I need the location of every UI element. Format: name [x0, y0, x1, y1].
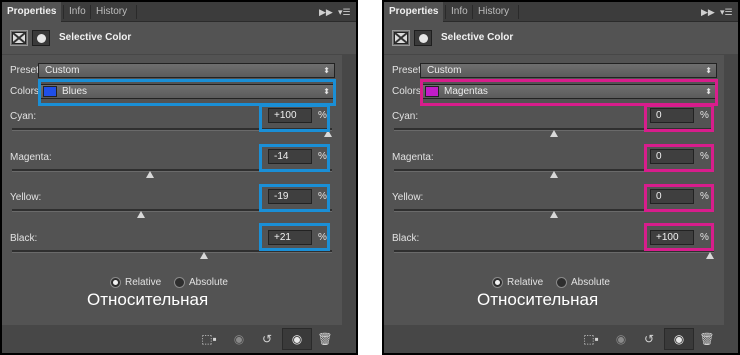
gap	[358, 0, 382, 355]
tab-separator	[136, 5, 137, 19]
cyan-highlight-box	[259, 104, 330, 132]
reset-icon[interactable]: ↺	[258, 332, 276, 346]
trash-icon[interactable]: 🗑	[316, 332, 334, 346]
yellow-highlight-box	[259, 184, 330, 212]
panel-menu-icon[interactable]: ▾☰	[720, 2, 733, 22]
black-slider-thumb[interactable]	[200, 252, 208, 259]
black-highlight-box	[259, 223, 330, 251]
properties-panel-blues: Properties Info History ▶▶ ▾☰ Selective …	[0, 0, 358, 355]
relative-label: Relative	[507, 277, 544, 288]
relative-radio[interactable]	[110, 277, 121, 288]
panel-body: Properties Info History ▶▶ ▾☰ Selective …	[2, 2, 356, 353]
tab-info[interactable]: Info	[64, 2, 91, 22]
tab-info[interactable]: Info	[446, 2, 473, 22]
header-divider	[2, 54, 342, 55]
panel-title: Selective Color	[59, 32, 132, 43]
tab-separator	[518, 5, 519, 19]
absolute-label: Absolute	[189, 277, 228, 288]
tab-bar: Properties Info History ▶▶ ▾☰	[2, 2, 356, 23]
preset-dropdown[interactable]: Custom ⬍	[420, 63, 717, 78]
scrollbar[interactable]	[342, 54, 356, 325]
magenta-slider-thumb[interactable]	[550, 171, 558, 178]
preset-label: Preset:	[392, 65, 424, 76]
clip-to-layer-icon[interactable]: ⬚▪	[582, 332, 600, 346]
magenta-highlight-box	[644, 144, 714, 172]
scrollbar[interactable]	[724, 54, 738, 325]
magenta-label: Magenta:	[392, 152, 434, 163]
yellow-highlight-box	[644, 184, 714, 212]
panel-title: Selective Color	[441, 32, 514, 43]
trash-icon[interactable]: 🗑	[698, 332, 716, 346]
cyan-slider-thumb[interactable]	[550, 130, 558, 137]
adjustment-layer-icon[interactable]	[392, 30, 410, 46]
panel-menu-icon[interactable]: ▾☰	[338, 2, 351, 22]
black-label: Black:	[10, 233, 38, 244]
magenta-highlight-box	[259, 144, 330, 172]
header-divider	[384, 54, 724, 55]
collapse-panels-icon[interactable]: ▶▶	[701, 2, 715, 22]
cyan-label: Cyan:	[10, 111, 37, 122]
absolute-label: Absolute	[571, 277, 610, 288]
magenta-slider-thumb[interactable]	[146, 171, 154, 178]
relative-label: Relative	[125, 277, 162, 288]
tab-properties[interactable]: Properties	[384, 2, 444, 23]
method-caption: Относительная	[87, 290, 209, 309]
adjustment-layer-icon[interactable]	[10, 30, 28, 46]
black-slider-thumb[interactable]	[706, 252, 714, 259]
mask-icon[interactable]	[32, 30, 50, 46]
view-previous-icon[interactable]: ◉	[612, 332, 630, 346]
absolute-radio[interactable]	[174, 277, 185, 288]
view-previous-icon[interactable]: ◉	[230, 332, 248, 346]
mask-icon[interactable]	[414, 30, 432, 46]
preset-dropdown[interactable]: Custom ⬍	[38, 63, 335, 78]
tab-bar: Properties Info History ▶▶ ▾☰	[384, 2, 738, 23]
clip-to-layer-icon[interactable]: ⬚▪	[200, 332, 218, 346]
dropdown-arrows-icon: ⬍	[705, 66, 712, 75]
tab-history[interactable]: History	[473, 2, 514, 22]
preset-value: Custom	[45, 65, 80, 76]
yellow-label: Yellow:	[392, 192, 424, 203]
tab-properties[interactable]: Properties	[2, 2, 62, 23]
colors-highlight-box	[420, 79, 718, 106]
yellow-label: Yellow:	[10, 192, 42, 203]
dropdown-arrows-icon: ⬍	[323, 66, 330, 75]
magenta-label: Magenta:	[10, 152, 52, 163]
yellow-slider-thumb[interactable]	[137, 211, 145, 218]
colors-label: Colors:	[392, 86, 424, 97]
preset-label: Preset:	[10, 65, 42, 76]
cyan-label: Cyan:	[392, 111, 419, 122]
yellow-slider-thumb[interactable]	[550, 211, 558, 218]
preset-value: Custom	[427, 65, 462, 76]
absolute-radio[interactable]	[556, 277, 567, 288]
method-caption: Относительная	[477, 290, 599, 309]
tab-history[interactable]: History	[91, 2, 132, 22]
relative-radio[interactable]	[492, 277, 503, 288]
properties-panel-magentas: Properties Info History ▶▶ ▾☰ Selective …	[382, 0, 740, 355]
visibility-eye-icon[interactable]: ◉	[670, 332, 688, 346]
cyan-highlight-box	[644, 104, 714, 132]
panel-body: Properties Info History ▶▶ ▾☰ Selective …	[384, 2, 738, 353]
black-label: Black:	[392, 233, 420, 244]
collapse-panels-icon[interactable]: ▶▶	[319, 2, 333, 22]
black-highlight-box	[644, 223, 714, 251]
colors-label: Colors:	[10, 86, 42, 97]
visibility-eye-icon[interactable]: ◉	[288, 332, 306, 346]
reset-icon[interactable]: ↺	[640, 332, 658, 346]
colors-highlight-box	[38, 79, 336, 106]
